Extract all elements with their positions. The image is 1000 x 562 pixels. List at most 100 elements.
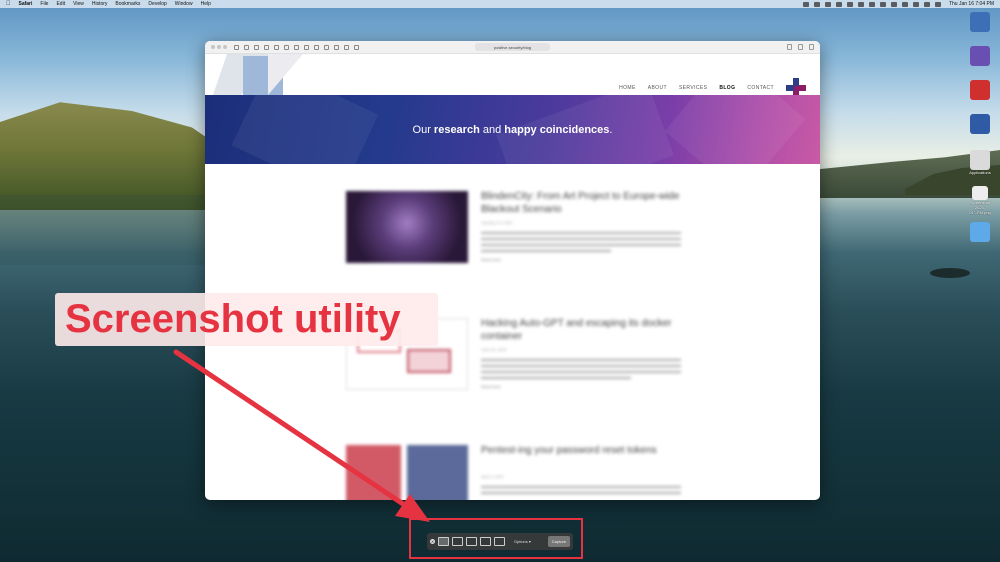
share-icon[interactable] (787, 44, 792, 50)
menu-view[interactable]: View (73, 1, 84, 7)
window-minimize-button[interactable] (217, 45, 221, 49)
search-icon[interactable] (923, 1, 930, 7)
address-bar[interactable]: positive.security/blog (475, 43, 550, 51)
landscape-rock (930, 268, 970, 278)
window-close-button[interactable] (211, 45, 215, 49)
control-center-icon[interactable] (934, 1, 941, 7)
desktop-applications[interactable]: Applications (967, 150, 993, 175)
nav-contact[interactable]: CONTACT (747, 85, 774, 91)
status-icon[interactable] (802, 1, 809, 7)
status-icon[interactable] (835, 1, 842, 7)
record-screen-button[interactable] (480, 537, 491, 546)
toolbar-right (787, 44, 814, 50)
menu-app-name[interactable]: Safari (19, 1, 33, 7)
status-icon[interactable] (857, 1, 864, 7)
apple-menu-icon[interactable]:  (6, 1, 11, 7)
post-date: April 4, 2023 (481, 474, 504, 479)
nav-about[interactable]: ABOUT (648, 85, 667, 91)
drive-icon (970, 12, 990, 32)
post-thumbnail[interactable] (346, 445, 468, 500)
menu-edit[interactable]: Edit (56, 1, 65, 7)
site-nav: HOME ABOUT SERVICES BLOG CONTACT (619, 85, 774, 91)
back-icon[interactable] (244, 44, 249, 50)
post-title[interactable]: Hacking Auto-GPT and escaping its docker… (481, 317, 681, 343)
landscape-reflection (0, 195, 220, 265)
close-icon[interactable]: ✕ (430, 539, 435, 544)
menu-bar:  Safari File Edit View History Bookmark… (0, 0, 1000, 8)
post-date: June 29, 2023 (481, 347, 507, 352)
nav-blog[interactable]: BLOG (719, 85, 735, 91)
extension-icon[interactable] (254, 44, 259, 50)
capture-selection-button[interactable] (466, 537, 477, 546)
post-thumbnail[interactable] (346, 191, 468, 263)
extension-icon[interactable] (334, 44, 339, 50)
read-more-link[interactable]: Read more (481, 257, 501, 262)
new-tab-icon[interactable] (798, 44, 803, 50)
record-selection-button[interactable] (494, 537, 505, 546)
desktop-folder[interactable] (967, 222, 993, 242)
capture-screen-button[interactable] (438, 537, 449, 546)
menu-clock[interactable]: Thu Jan 16 7:04 PM (949, 1, 994, 7)
status-icon[interactable] (813, 1, 820, 7)
extension-icon[interactable] (294, 44, 299, 50)
menu-history[interactable]: History (92, 1, 108, 7)
blog-post[interactable]: Pentest-ing your password reset tokens A… (205, 431, 820, 500)
tab-overview-icon[interactable] (809, 44, 814, 50)
applications-icon (970, 150, 990, 170)
window-zoom-button[interactable] (223, 45, 227, 49)
extension-icon[interactable] (314, 44, 319, 50)
blog-post[interactable]: BlindenCity: From Art Project to Europe-… (205, 177, 820, 304)
hero-banner: Our research and happy coincidences. (205, 95, 820, 164)
status-menu-area: Thu Jan 16 7:04 PM (802, 0, 994, 8)
status-icon[interactable] (824, 1, 831, 7)
status-icon[interactable] (879, 1, 886, 7)
menu-file[interactable]: File (40, 1, 48, 7)
annotation-callout: Screenshot utility (55, 293, 438, 346)
url-text: positive.security/blog (493, 44, 532, 50)
nav-home[interactable]: HOME (619, 85, 636, 91)
site-header: HOME ABOUT SERVICES BLOG CONTACT (205, 54, 820, 98)
post-date: January 14, 2025 (481, 220, 512, 225)
drive-icon (970, 46, 990, 66)
desktop-screenshot-file[interactable]: Screenshot 2025-01...PM.png (967, 186, 993, 215)
screenshot-toolbar: ✕ Options ▾ Capture (427, 533, 573, 550)
post-title[interactable]: Pentest-ing your password reset tokens (481, 444, 681, 457)
options-dropdown[interactable]: Options ▾ (514, 539, 531, 544)
extension-icon[interactable] (264, 44, 269, 50)
battery-icon[interactable] (901, 1, 908, 7)
read-more-link[interactable]: Read more (481, 384, 501, 389)
capture-button[interactable]: Capture (547, 536, 570, 547)
extension-icon[interactable] (284, 44, 289, 50)
menu-window[interactable]: Window (175, 1, 193, 7)
post-title[interactable]: BlindenCity: From Art Project to Europe-… (481, 190, 681, 216)
browser-toolbar: positive.security/blog (205, 41, 820, 54)
annotation-label: Screenshot utility (65, 297, 401, 341)
extension-icon[interactable] (344, 44, 349, 50)
desktop-drive-icon-4[interactable] (967, 114, 993, 134)
screenshot-file-icon (972, 186, 988, 200)
drive-icon (970, 80, 990, 100)
desktop-drive-icon[interactable] (967, 12, 993, 32)
hero-tagline: Our research and happy coincidences. (412, 123, 613, 136)
status-icon[interactable] (890, 1, 897, 7)
extension-icon[interactable] (274, 44, 279, 50)
menu-develop[interactable]: Develop (148, 1, 166, 7)
site-header-graphic (213, 54, 303, 95)
screenshot-file-label: Screenshot 2025-01...PM.png (969, 200, 991, 215)
folder-icon (970, 222, 990, 242)
status-icon[interactable] (868, 1, 875, 7)
desktop-drive-icon-2[interactable] (967, 46, 993, 66)
capture-window-button[interactable] (452, 537, 463, 546)
landscape-hill-left (0, 102, 240, 210)
sidebar-icon[interactable] (234, 44, 239, 50)
extension-icon[interactable] (354, 44, 359, 50)
drive-icon (970, 114, 990, 134)
menu-help[interactable]: Help (201, 1, 211, 7)
menu-bookmarks[interactable]: Bookmarks (115, 1, 140, 7)
extension-icon[interactable] (324, 44, 329, 50)
nav-services[interactable]: SERVICES (679, 85, 707, 91)
desktop-drive-icon-3[interactable] (967, 80, 993, 100)
status-icon[interactable] (846, 1, 853, 7)
wifi-icon[interactable] (912, 1, 919, 7)
extension-icon[interactable] (304, 44, 309, 50)
